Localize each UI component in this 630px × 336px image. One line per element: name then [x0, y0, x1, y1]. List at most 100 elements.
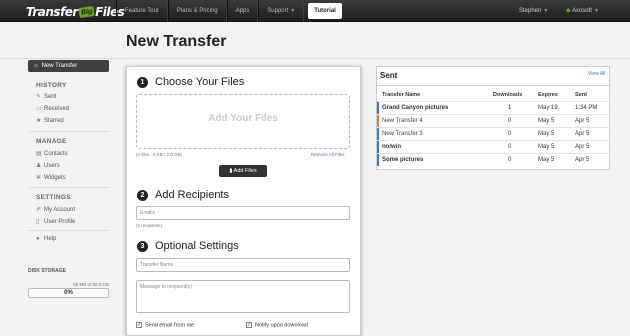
- chevron-down-icon: ▼: [543, 8, 549, 14]
- chevron-down-icon: ▼: [290, 8, 296, 14]
- transfer-name-placeholder: Transfer Name: [140, 262, 174, 268]
- sidebar-item-label: Sent: [44, 94, 57, 100]
- status-bar: [377, 115, 379, 127]
- drop-zone-label: Add Your Files: [208, 113, 278, 124]
- transferbigfiles-logo[interactable]: Transfer Big Files: [26, 3, 125, 20]
- download-count: 0: [508, 157, 512, 163]
- sent-date: Apr 5: [575, 118, 590, 124]
- notify-download-label: Notify upon download: [255, 322, 308, 329]
- notify-download-checkbox[interactable]: ✓ Notify upon download: [246, 322, 308, 328]
- sidebar-heading-manage: MANAGE: [36, 138, 67, 145]
- account-menu[interactable]: ◆ Axosoft ▼: [566, 0, 599, 22]
- transfer-name[interactable]: New Transfer 4: [382, 118, 423, 124]
- table-row[interactable]: Grand Canyon pictures 1 May 19 1:34 PM: [377, 101, 610, 114]
- message-textarea[interactable]: Message to recipient(s): [136, 280, 350, 313]
- sent-icon: ✎: [36, 94, 42, 100]
- sidebar-new-transfer-label: New Transfer: [41, 63, 78, 69]
- step-3-badge: 3: [137, 241, 148, 252]
- message-placeholder: Message to recipient(s): [140, 284, 192, 290]
- sidebar-item-user-profile[interactable]: ▯ User Profile: [36, 218, 75, 225]
- sent-date: Apr 5: [575, 157, 590, 163]
- help-icon: ●: [36, 236, 40, 242]
- file-drop-zone[interactable]: Add Your Files: [136, 94, 350, 149]
- transfer-name[interactable]: Some pictures: [382, 157, 423, 163]
- table-row[interactable]: New Transfer 3 0 May 5 Apr 5: [377, 127, 610, 140]
- account-name: Axosoft: [571, 8, 592, 14]
- sidebar-item-label: Starred: [44, 118, 64, 124]
- add-files-label: Add Files: [233, 168, 257, 174]
- main-nav: Feature Tour Plans & Pricing Apps Suppor…: [116, 0, 346, 22]
- status-bar: [377, 128, 379, 140]
- column-header-sent[interactable]: Sent: [575, 92, 587, 98]
- add-files-button[interactable]: ▮ Add Files: [219, 165, 267, 177]
- sent-panel-title: Sent: [380, 71, 398, 80]
- recipients-count: (0 recipients): [136, 223, 163, 228]
- disk-storage-heading: DISK STORAGE: [28, 268, 66, 274]
- checkbox-checked-icon: ✓: [136, 322, 142, 328]
- table-row[interactable]: New Transfer 4 0 May 5 Apr 5: [377, 114, 610, 127]
- sidebar-item-my-account[interactable]: ✐ My Account: [36, 206, 75, 213]
- files-info: (0 files : 0 KB / 2.0 GB): [136, 152, 183, 157]
- sidebar-heading-settings: SETTINGS: [36, 194, 71, 201]
- transfer-name[interactable]: no/win: [382, 144, 401, 150]
- transfer-name-input[interactable]: Transfer Name: [136, 258, 350, 272]
- sent-panel-divider: [376, 85, 610, 86]
- file-icon: ▮: [229, 168, 233, 174]
- nav-feature-tour[interactable]: Feature Tour: [116, 0, 168, 22]
- sent-date: Apr 5: [575, 144, 590, 150]
- sidebar-item-label: User Profile: [44, 219, 76, 225]
- sidebar-item-help[interactable]: ● Help: [36, 236, 56, 242]
- user-name: Stephen: [519, 8, 542, 14]
- disk-storage-usage: 50 MB of 50.0 GB: [73, 282, 109, 287]
- add-recipients-heading: Add Recipients: [155, 189, 229, 201]
- checkbox-checked-icon: ✓: [246, 322, 252, 328]
- sidebar-divider: [28, 131, 109, 132]
- sent-date: Apr 5: [575, 131, 590, 137]
- emails-input[interactable]: Emails: [136, 206, 350, 220]
- expires-date: May 5: [538, 131, 555, 137]
- page-title: New Transfer: [126, 33, 227, 50]
- user-menu[interactable]: Stephen ▼: [519, 0, 548, 22]
- gear-icon: ✲: [36, 175, 42, 181]
- column-header-expires[interactable]: Expires: [538, 92, 558, 98]
- sidebar-divider: [28, 230, 109, 231]
- disk-storage-bar: 0%: [28, 288, 109, 298]
- status-bar: [377, 102, 379, 114]
- inbox-icon: ▭: [36, 106, 42, 112]
- header-divider: [0, 58, 630, 59]
- view-all-link[interactable]: View All: [588, 71, 605, 77]
- expires-date: May 5: [538, 144, 555, 150]
- table-row[interactable]: no/win 0 May 5 Apr 5: [377, 140, 610, 153]
- expires-date: May 5: [538, 118, 555, 124]
- column-header-transfer-name[interactable]: Transfer Name: [382, 92, 420, 98]
- expires-date: May 5: [538, 157, 555, 163]
- sidebar-item-label: My Account: [44, 207, 76, 213]
- transfer-name[interactable]: Grand Canyon pictures: [382, 105, 448, 111]
- download-count: 0: [508, 118, 512, 124]
- table-row[interactable]: Some pictures 0 May 5 Apr 5: [377, 153, 610, 166]
- download-count: 1: [508, 105, 512, 111]
- transfer-name[interactable]: New Transfer 3: [382, 131, 423, 137]
- column-header-downloads[interactable]: Downloads: [493, 92, 522, 98]
- send-email-checkbox[interactable]: ✓ Send email from me: [136, 322, 194, 328]
- status-bar: [377, 141, 379, 153]
- step-1-badge: 1: [137, 77, 148, 88]
- remove-all-files-link[interactable]: Remove All Files: [311, 152, 345, 157]
- sidebar-item-received[interactable]: ▭ Received: [36, 105, 69, 112]
- sidebar-item-widgets[interactable]: ✲ Widgets: [36, 174, 66, 181]
- sidebar-heading-history: HISTORY: [36, 82, 67, 89]
- logo-text-big: Big: [78, 5, 95, 18]
- nav-support[interactable]: Support ▼: [258, 0, 305, 22]
- optional-settings-heading: Optional Settings: [155, 240, 239, 252]
- sidebar-item-contacts[interactable]: ▤ Contacts: [36, 150, 68, 157]
- sidebar-new-transfer-button[interactable]: ⌂ New Transfer: [28, 60, 109, 72]
- sidebar-item-sent[interactable]: ✎ Sent: [36, 93, 56, 100]
- nav-apps[interactable]: Apps: [226, 0, 259, 22]
- nav-tutorial-button[interactable]: Tutorial: [308, 3, 342, 19]
- logo-text-transfer: Transfer: [26, 4, 78, 19]
- sidebar-item-users[interactable]: ♟ Users: [36, 162, 60, 169]
- nav-plans-pricing[interactable]: Plans & Pricing: [167, 0, 227, 22]
- sidebar-item-label: Received: [44, 106, 70, 112]
- account-logo-icon: ◆: [566, 8, 571, 14]
- sidebar-item-starred[interactable]: ★ Starred: [36, 117, 64, 124]
